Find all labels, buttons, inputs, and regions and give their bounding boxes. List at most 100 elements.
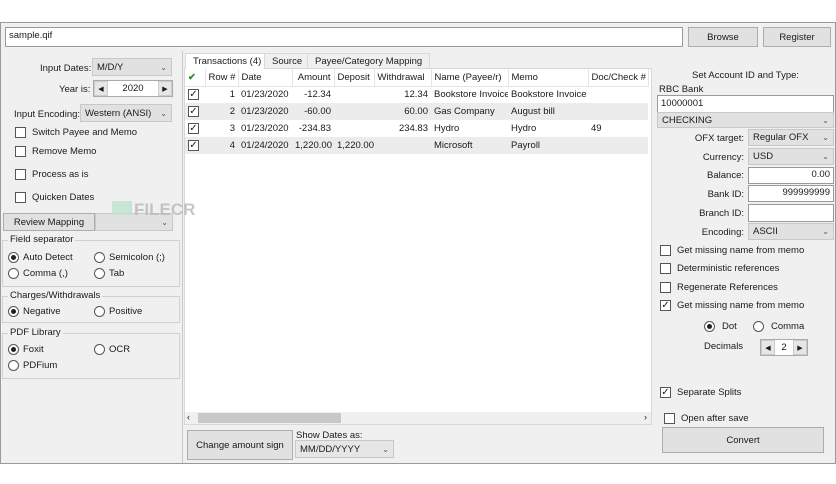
open-after-save-checkbox[interactable]: Open after save <box>664 413 749 424</box>
radio-comma[interactable]: Comma (,) <box>8 268 68 279</box>
scrollbar-thumb[interactable] <box>198 413 341 423</box>
column-header[interactable]: Date <box>238 69 293 87</box>
table-cell <box>374 137 431 154</box>
radio-foxit[interactable]: Foxit <box>8 344 44 355</box>
table-row[interactable]: ✓ 3 01/23/2020 -234.83 234.83 Hydro Hydro 49 <box>185 120 648 137</box>
convert-button[interactable]: Convert <box>662 427 824 453</box>
column-header[interactable]: Amount <box>292 69 335 87</box>
get-missing-name-checked-checkbox[interactable]: ✓ Get missing name from memo <box>660 300 804 311</box>
branch-id-input[interactable] <box>748 204 834 222</box>
checkbox-checked-icon: ✓ <box>660 300 671 311</box>
group-title: PDF Library <box>8 327 63 338</box>
account-type-select[interactable]: CHECKING ⌄ <box>657 112 834 128</box>
table-cell: 1,220.00 <box>292 137 334 154</box>
table-cell: -60.00 <box>292 103 334 120</box>
encoding-label: Encoding: <box>701 227 744 238</box>
radio-label: OCR <box>109 344 131 355</box>
column-header[interactable]: Row # <box>205 69 239 87</box>
table-cell: 01/23/2020 <box>238 103 292 120</box>
remove-memo-checkbox[interactable]: Remove Memo <box>15 146 96 157</box>
separate-splits-checkbox[interactable]: ✓ Separate Splits <box>660 387 741 398</box>
regenerate-references-checkbox[interactable]: Regenerate References <box>660 282 778 293</box>
group-title: Field separator <box>8 234 76 245</box>
column-header[interactable]: Deposit <box>334 69 375 87</box>
process-as-is-checkbox[interactable]: Process as is <box>15 169 89 180</box>
register-button[interactable]: Register <box>763 27 831 47</box>
get-missing-name-checkbox[interactable]: Get missing name from memo <box>660 245 804 256</box>
table-row[interactable]: ✓ 4 01/24/2020 1,220.00 1,220.00 Microsoft Pay… <box>185 137 648 154</box>
account-id-input[interactable]: 10000001 <box>657 95 834 113</box>
radio-comma-decimal[interactable]: Comma <box>753 321 804 332</box>
review-mapping-button[interactable]: Review Mapping <box>3 213 95 231</box>
radio-pdfium[interactable]: PDFium <box>8 360 57 371</box>
bank-id-input[interactable]: 999999999 <box>748 185 834 202</box>
radio-icon <box>704 321 715 332</box>
radio-tab[interactable]: Tab <box>94 268 124 279</box>
charges-group: Charges/Withdrawals Negative Positive <box>2 290 180 323</box>
radio-dot[interactable]: Dot <box>704 321 737 332</box>
arrow-right-icon[interactable]: ▶ <box>157 81 172 96</box>
encoding-select[interactable]: ASCII ⌄ <box>748 223 834 240</box>
year-stepper[interactable]: ◀ 2020 ▶ <box>93 80 173 97</box>
table-row[interactable]: ✓ 2 01/23/2020 -60.00 60.00 Gas Company August… <box>185 103 648 120</box>
column-header[interactable]: Memo <box>508 69 589 87</box>
column-header[interactable]: Doc/Check # <box>588 69 649 87</box>
radio-negative[interactable]: Negative <box>8 306 61 317</box>
currency-select[interactable]: USD ⌄ <box>748 148 834 165</box>
quicken-dates-checkbox[interactable]: Quicken Dates <box>15 192 94 203</box>
decimals-stepper[interactable]: ◀ 2 ▶ <box>760 339 808 356</box>
radio-label: Negative <box>23 306 61 317</box>
column-header[interactable]: Name (Payee/r) <box>431 69 509 87</box>
table-cell: August bill <box>508 103 588 120</box>
table-cell: Hydro <box>434 123 460 134</box>
arrow-left-icon[interactable]: ◀ <box>761 340 775 355</box>
radio-icon <box>94 252 105 263</box>
currency-value: USD <box>753 151 774 162</box>
row-checkbox[interactable]: ✓ <box>185 137 205 154</box>
input-dates-select[interactable]: M/D/Y ⌄ <box>92 58 172 76</box>
deterministic-references-checkbox[interactable]: Deterministic references <box>660 263 779 274</box>
input-encoding-select[interactable]: Western (ANSI) ⌄ <box>80 104 172 122</box>
table-cell <box>588 86 648 103</box>
column-header[interactable]: Withdrawal <box>374 69 432 87</box>
checkbox-label: Get missing name from memo <box>677 300 805 311</box>
tab-payee-category-mapping[interactable]: Payee/Category Mapping <box>307 53 431 69</box>
horizontal-scrollbar[interactable]: ‹ › <box>185 412 651 424</box>
row-checkbox[interactable]: ✓ <box>185 103 205 120</box>
change-amount-sign-button[interactable]: Change amount sign <box>187 430 293 460</box>
radio-ocr[interactable]: OCR <box>94 344 130 355</box>
checkbox-icon <box>660 263 671 274</box>
table-cell: 234.83 <box>398 123 428 134</box>
arrow-left-icon[interactable]: ◀ <box>94 81 108 96</box>
row-checkbox[interactable]: ✓ <box>185 120 205 137</box>
balance-input[interactable]: 0.00 <box>748 167 834 184</box>
account-type-value: CHECKING <box>662 114 713 126</box>
radio-label: Comma (,) <box>23 268 68 279</box>
checkbox-icon <box>660 245 671 256</box>
arrow-right-icon[interactable]: ▶ <box>792 340 807 355</box>
tab-source[interactable]: Source <box>264 53 311 69</box>
file-path-input[interactable]: sample.qif <box>5 27 683 47</box>
show-dates-value: MM/DD/YYYY <box>300 443 361 455</box>
checkbox-checked-icon: ✓ <box>188 89 199 101</box>
checkbox-icon <box>15 146 26 157</box>
radio-semicolon[interactable]: Semicolon (;) <box>94 252 165 263</box>
checkbox-icon <box>15 127 26 138</box>
scroll-left-icon[interactable]: ‹ <box>187 412 190 422</box>
switch-payee-memo-checkbox[interactable]: Switch Payee and Memo <box>15 127 137 138</box>
input-dates-label: Input Dates: <box>40 63 92 74</box>
table-row[interactable]: ✓ 1 01/23/2020 -12.34 12.34 Bookstore Invoice… <box>185 86 648 103</box>
row-checkbox[interactable]: ✓ <box>185 86 205 103</box>
ofx-target-select[interactable]: Regular OFX ⌄ <box>748 129 834 146</box>
scroll-right-icon[interactable]: › <box>644 412 647 422</box>
browse-button[interactable]: Browse <box>688 27 758 47</box>
table-cell: Gas Company <box>431 103 508 120</box>
chevron-down-icon: ⌄ <box>822 115 829 125</box>
radio-positive[interactable]: Positive <box>94 306 142 317</box>
check-all-icon[interactable]: ✔ <box>185 69 206 87</box>
account-section-title: Set Account ID and Type: <box>692 70 800 81</box>
show-dates-select[interactable]: MM/DD/YYYY ⌄ <box>295 440 394 458</box>
tab-transactions[interactable]: Transactions (4) <box>185 53 270 69</box>
radio-auto-detect[interactable]: Auto Detect <box>8 252 73 263</box>
radio-icon <box>94 306 105 317</box>
